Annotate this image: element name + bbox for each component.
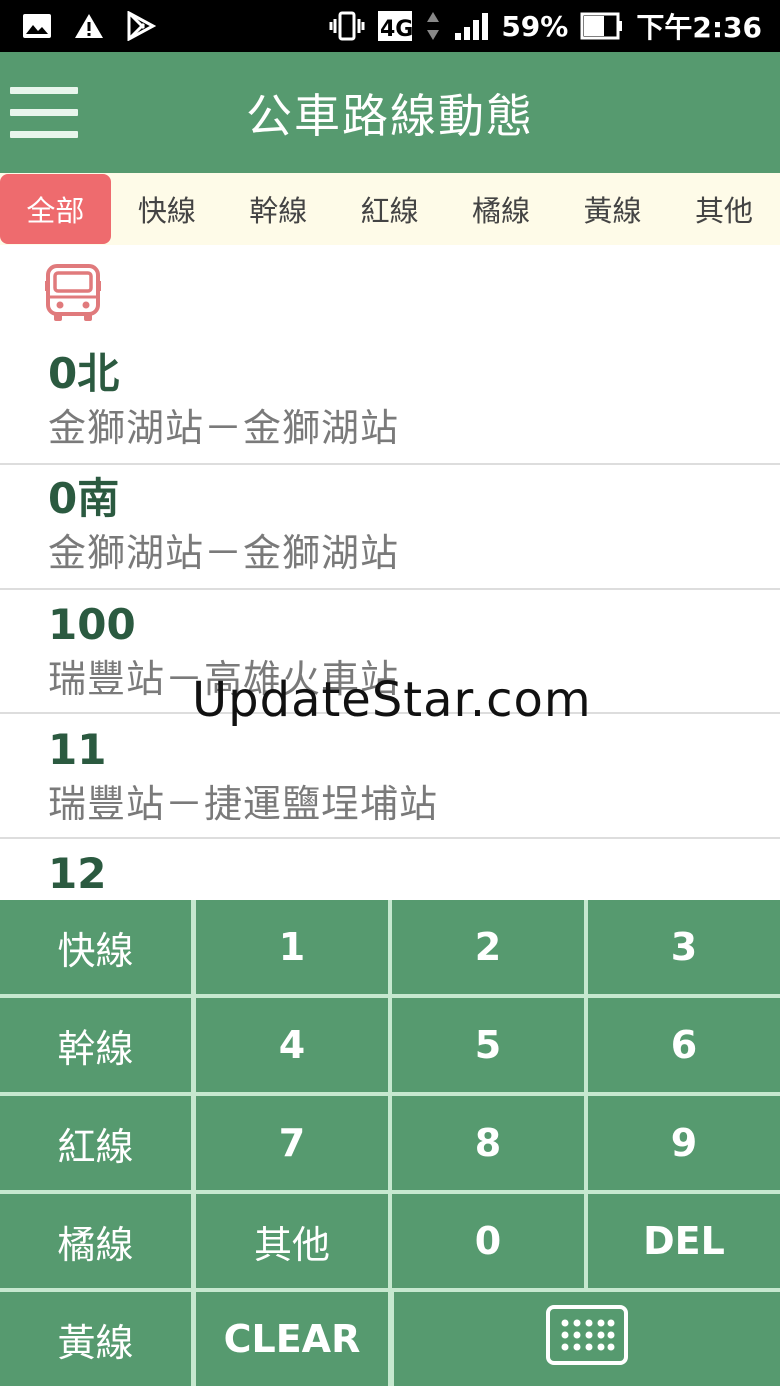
- watermark: UpdateStar.com: [192, 672, 592, 728]
- list-item[interactable]: 0南 金獅湖站－金獅湖站: [0, 478, 780, 590]
- key-red[interactable]: 紅線: [0, 1096, 191, 1190]
- del-button[interactable]: DEL: [588, 1194, 780, 1288]
- tab-all[interactable]: 全部: [0, 174, 111, 244]
- key-5[interactable]: 5: [392, 998, 584, 1092]
- battery-percent: 59%: [501, 9, 569, 43]
- play-store-icon: [126, 11, 156, 41]
- route-description: 金獅湖站－金獅湖站: [48, 531, 400, 575]
- keyboard-toggle-button[interactable]: [394, 1292, 780, 1386]
- image-notification-icon: [22, 13, 52, 39]
- battery-icon: [580, 12, 624, 40]
- tab-red[interactable]: 紅線: [334, 173, 445, 245]
- tab-other[interactable]: 其他: [669, 173, 780, 245]
- list-item[interactable]: 12: [0, 853, 780, 900]
- route-number: 11: [48, 725, 107, 774]
- route-description: 金獅湖站－金獅湖站: [48, 406, 400, 450]
- vibrate-icon: [329, 11, 365, 41]
- key-2[interactable]: 2: [392, 900, 584, 994]
- key-orange[interactable]: 橘線: [0, 1194, 191, 1288]
- route-number: 0南: [48, 474, 120, 523]
- key-4[interactable]: 4: [196, 998, 388, 1092]
- list-item[interactable]: 0北 金獅湖站－金獅湖站: [0, 353, 780, 465]
- key-other[interactable]: 其他: [196, 1194, 388, 1288]
- route-number: 12: [48, 849, 107, 898]
- keypad: 快線 1 2 3 幹線 4 5 6 紅線 7 8 9 橘線 其他 0 DEL 黃…: [0, 900, 780, 1386]
- menu-icon[interactable]: [10, 87, 78, 139]
- route-number: 100: [48, 600, 136, 649]
- key-trunk[interactable]: 幹線: [0, 998, 191, 1092]
- route-list: 0北 金獅湖站－金獅湖站 0南 金獅湖站－金獅湖站 100 瑞豐站－高雄火車站 …: [0, 245, 780, 900]
- key-1[interactable]: 1: [196, 900, 388, 994]
- route-description: 瑞豐站－捷運鹽埕埔站: [48, 782, 439, 826]
- signal-strength-icon: [453, 11, 489, 41]
- list-item[interactable]: 11 瑞豐站－捷運鹽埕埔站: [0, 729, 780, 839]
- key-7[interactable]: 7: [196, 1096, 388, 1190]
- keyboard-icon: [545, 1304, 629, 1375]
- key-9[interactable]: 9: [588, 1096, 780, 1190]
- clock: 下午2:36: [636, 11, 762, 44]
- tab-trunk[interactable]: 幹線: [223, 173, 334, 245]
- key-express[interactable]: 快線: [0, 900, 191, 994]
- status-left: [22, 11, 156, 41]
- warning-icon: [74, 13, 104, 39]
- tab-express[interactable]: 快線: [111, 173, 222, 245]
- network-type-label: 4G: [380, 17, 413, 42]
- clear-button[interactable]: CLEAR: [196, 1292, 388, 1386]
- tab-orange[interactable]: 橘線: [446, 173, 557, 245]
- bus-icon: [44, 263, 102, 327]
- key-3[interactable]: 3: [588, 900, 780, 994]
- key-yellow[interactable]: 黃線: [0, 1292, 191, 1386]
- tab-yellow[interactable]: 黃線: [557, 173, 668, 245]
- key-0[interactable]: 0: [392, 1194, 584, 1288]
- key-6[interactable]: 6: [588, 998, 780, 1092]
- route-number: 0北: [48, 349, 120, 398]
- app-bar: 公車路線動態: [0, 52, 780, 173]
- data-arrows-icon: [425, 10, 441, 42]
- status-bar: 4G 59% 下午2:36: [0, 0, 780, 52]
- status-right: 4G 59% 下午2:36: [329, 6, 762, 46]
- category-tabs: 全部 快線 幹線 紅線 橘線 黃線 其他: [0, 173, 780, 245]
- key-8[interactable]: 8: [392, 1096, 584, 1190]
- page-title: 公車路線動態: [246, 88, 534, 143]
- network-4g-icon: 4G: [377, 10, 413, 42]
